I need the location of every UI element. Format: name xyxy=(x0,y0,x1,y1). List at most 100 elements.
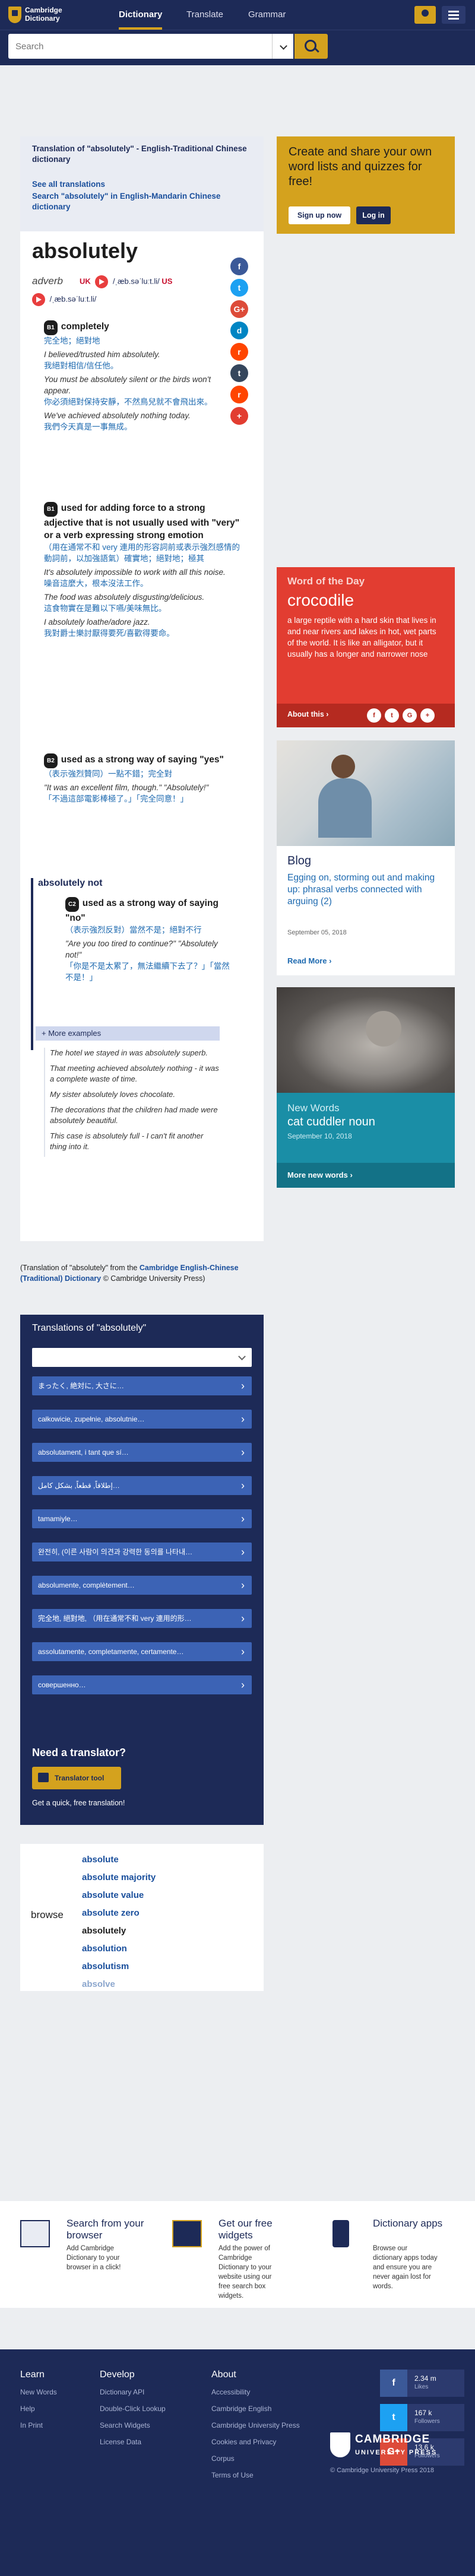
wotd-label: Word of the Day xyxy=(287,575,365,587)
footer-link[interactable]: Terms of Use xyxy=(211,2467,300,2483)
footer-link[interactable]: Accessibility xyxy=(211,2384,300,2400)
browse-item[interactable]: absolute majority xyxy=(82,1869,254,1887)
footer-link[interactable]: License Data xyxy=(100,2434,166,2450)
footer-link[interactable]: Help xyxy=(20,2400,57,2417)
blog-date: September 05, 2018 xyxy=(287,929,347,936)
new-words-image[interactable] xyxy=(277,987,455,1093)
translation-item[interactable]: absolumente, complètement… xyxy=(32,1576,252,1595)
example-en: I absolutely loathe/adore jazz. xyxy=(44,618,150,626)
facebook-icon[interactable]: f xyxy=(367,708,381,723)
footer-link[interactable]: Cambridge English xyxy=(211,2400,300,2417)
browse-item[interactable]: absolution xyxy=(82,1940,254,1958)
us-audio-play-icon[interactable] xyxy=(32,293,45,306)
user-account-icon[interactable] xyxy=(414,6,436,24)
translation-item[interactable]: まったく, 絶対に, 大さに… xyxy=(32,1376,252,1395)
tab-dictionary[interactable]: Dictionary xyxy=(119,9,163,30)
translation-title: Translation of "absolutely" - English-Tr… xyxy=(32,144,247,164)
browser-search-icon xyxy=(20,2220,50,2247)
translation-item[interactable]: assolutamente, completamente, certamente… xyxy=(32,1642,252,1661)
browse-item[interactable]: absolute value xyxy=(82,1887,254,1904)
example-en: "Are you too tired to continue?" "Absolu… xyxy=(65,939,218,959)
facebook-icon: f xyxy=(380,2370,407,2397)
example-zh: 噪音這麼大，根本沒法工作。 xyxy=(44,579,148,588)
search-button-search-icon[interactable] xyxy=(294,34,328,59)
footer-link[interactable]: Cookies and Privacy xyxy=(211,2434,300,2450)
search-input[interactable] xyxy=(8,34,272,59)
blog-image[interactable] xyxy=(277,740,455,846)
footer-link[interactable]: Dictionary API xyxy=(100,2384,166,2400)
browse-item-current[interactable]: absolutely xyxy=(82,1922,254,1940)
translation-item[interactable]: совершенно… xyxy=(32,1675,252,1694)
wotd-word[interactable]: crocodile xyxy=(287,591,444,610)
search-mandarin-link[interactable]: Search "absolutely" in English-Mandarin … xyxy=(32,191,252,212)
new-words-label: New Words xyxy=(287,1102,340,1114)
footer-link[interactable]: Double-Click Lookup xyxy=(100,2400,166,2417)
twitter-icon[interactable]: t xyxy=(385,708,399,723)
chinese-definition: （用在通常不和 very 連用的形容詞前或表示強烈感情的動詞前，以加強語氣）確實… xyxy=(44,543,240,563)
twitter-share-icon[interactable]: t xyxy=(230,279,248,297)
phrase-title[interactable]: absolutely not xyxy=(31,878,102,889)
see-all-translations-link[interactable]: See all translations xyxy=(32,179,252,190)
new-word-link[interactable]: cat cuddler noun xyxy=(287,1115,375,1129)
dictionary-entry: Translation of "absolutely" - English-Tr… xyxy=(20,136,264,1241)
uk-pronunciation: UK /ˌæb.səˈluːt.li/ US xyxy=(80,275,172,288)
translator-tool-button[interactable]: Translator tool xyxy=(32,1767,121,1789)
browse-label: browse xyxy=(31,1909,64,1920)
more-examples-list: The hotel we stayed in was absolutely su… xyxy=(44,1048,222,1157)
footer-link[interactable]: New Words xyxy=(20,2384,57,2400)
copyright: © Cambridge University Press 2018 xyxy=(330,2467,435,2474)
footer-link[interactable]: Search Widgets xyxy=(100,2417,166,2434)
chinese-definition: （表示強烈反對）當然不是；絕對不行 xyxy=(65,926,202,934)
create-wordlist-panel: Create and share your own word lists and… xyxy=(277,136,455,234)
headword: absolutely xyxy=(32,238,138,263)
tab-translate[interactable]: Translate xyxy=(186,9,223,20)
sign-up-button[interactable]: Sign up now xyxy=(289,206,350,224)
translation-item[interactable]: إطلاقاً, قطعاً, بشكل كامل… xyxy=(32,1476,252,1495)
translation-item[interactable]: 완전히, (이른 사람이 의견과 강력한 동의를 나타내… xyxy=(32,1543,252,1561)
facebook-share-icon[interactable]: f xyxy=(230,257,248,275)
promo-strip: Search from your browser Add Cambridge D… xyxy=(0,2201,475,2308)
tab-grammar[interactable]: Grammar xyxy=(248,9,286,20)
wotd-footer: About this › f t G + xyxy=(277,704,455,727)
read-more-link[interactable]: Read More › xyxy=(287,956,331,965)
translation-item[interactable]: tamamiyle… xyxy=(32,1509,252,1528)
example-zh: 我對爵士樂討厭得要死/喜歡得要命。 xyxy=(44,629,175,638)
google-plus-icon[interactable]: G xyxy=(403,708,417,723)
browse-item[interactable]: absolve xyxy=(82,1976,254,1993)
facebook-likes[interactable]: f 2.34 m Likes xyxy=(380,2370,464,2397)
translation-item[interactable]: całkowicie, zupełnie, absolutnie… xyxy=(32,1410,252,1429)
footer-link[interactable]: In Print xyxy=(20,2417,57,2434)
translation-item[interactable]: absolutament, i tant que sí… xyxy=(32,1443,252,1462)
source-credit: (Translation of "absolutely" from the Ca… xyxy=(20,1264,239,1283)
new-words-panel: New Words cat cuddler noun September 10,… xyxy=(277,987,455,1188)
us-label: US xyxy=(162,276,173,286)
more-new-words-link[interactable]: More new words › xyxy=(287,1171,353,1179)
log-in-button[interactable]: Log in xyxy=(356,206,391,224)
language-select[interactable] xyxy=(32,1348,252,1367)
more-examples-toggle[interactable]: + More examples xyxy=(36,1026,220,1041)
top-navigation-bar: Cambridge Dictionary Dictionary Translate… xyxy=(0,0,475,30)
hamburger-menu-icon[interactable] xyxy=(442,6,466,24)
browse-item[interactable]: absolute zero xyxy=(82,1904,254,1922)
dictionary-select-chevron-down-icon[interactable] xyxy=(272,34,293,59)
google-plus-share-icon[interactable]: G+ xyxy=(230,300,248,318)
about-this-link[interactable]: About this › xyxy=(287,710,328,718)
promo-text: Add Cambridge Dictionary to your browser… xyxy=(66,2245,121,2271)
promo-title: Dictionary apps xyxy=(373,2218,443,2229)
definition: completely xyxy=(61,322,109,332)
browse-item[interactable]: absolutism xyxy=(82,1958,254,1976)
list-item: This case is absolutely full - I can't f… xyxy=(50,1131,204,1151)
blog-title-link[interactable]: Egging on, storming out and making up: p… xyxy=(287,872,446,908)
cambridge-university-press-logo[interactable]: CAMBRIDGE UNIVERSITY PRESS xyxy=(330,2432,463,2459)
footer-link[interactable]: Cambridge University Press xyxy=(211,2417,300,2434)
share-icon[interactable]: + xyxy=(420,708,435,723)
level-badge: B1 xyxy=(44,320,58,335)
cambridge-dictionary-logo[interactable]: Cambridge Dictionary xyxy=(8,5,97,24)
uk-audio-play-icon[interactable] xyxy=(95,275,109,288)
list-item: That meeting achieved absolutely nothing… xyxy=(50,1064,219,1083)
translation-item[interactable]: 完全地, 絕對地, （用在通常不和 very 連用的形… xyxy=(32,1609,252,1628)
twitter-followers[interactable]: t 167 k Followers xyxy=(380,2404,464,2431)
footer-link[interactable]: Corpus xyxy=(211,2450,300,2467)
browse-item[interactable]: absolute xyxy=(82,1851,254,1869)
sense-block: B1 used for adding force to a strong adje… xyxy=(44,502,240,639)
